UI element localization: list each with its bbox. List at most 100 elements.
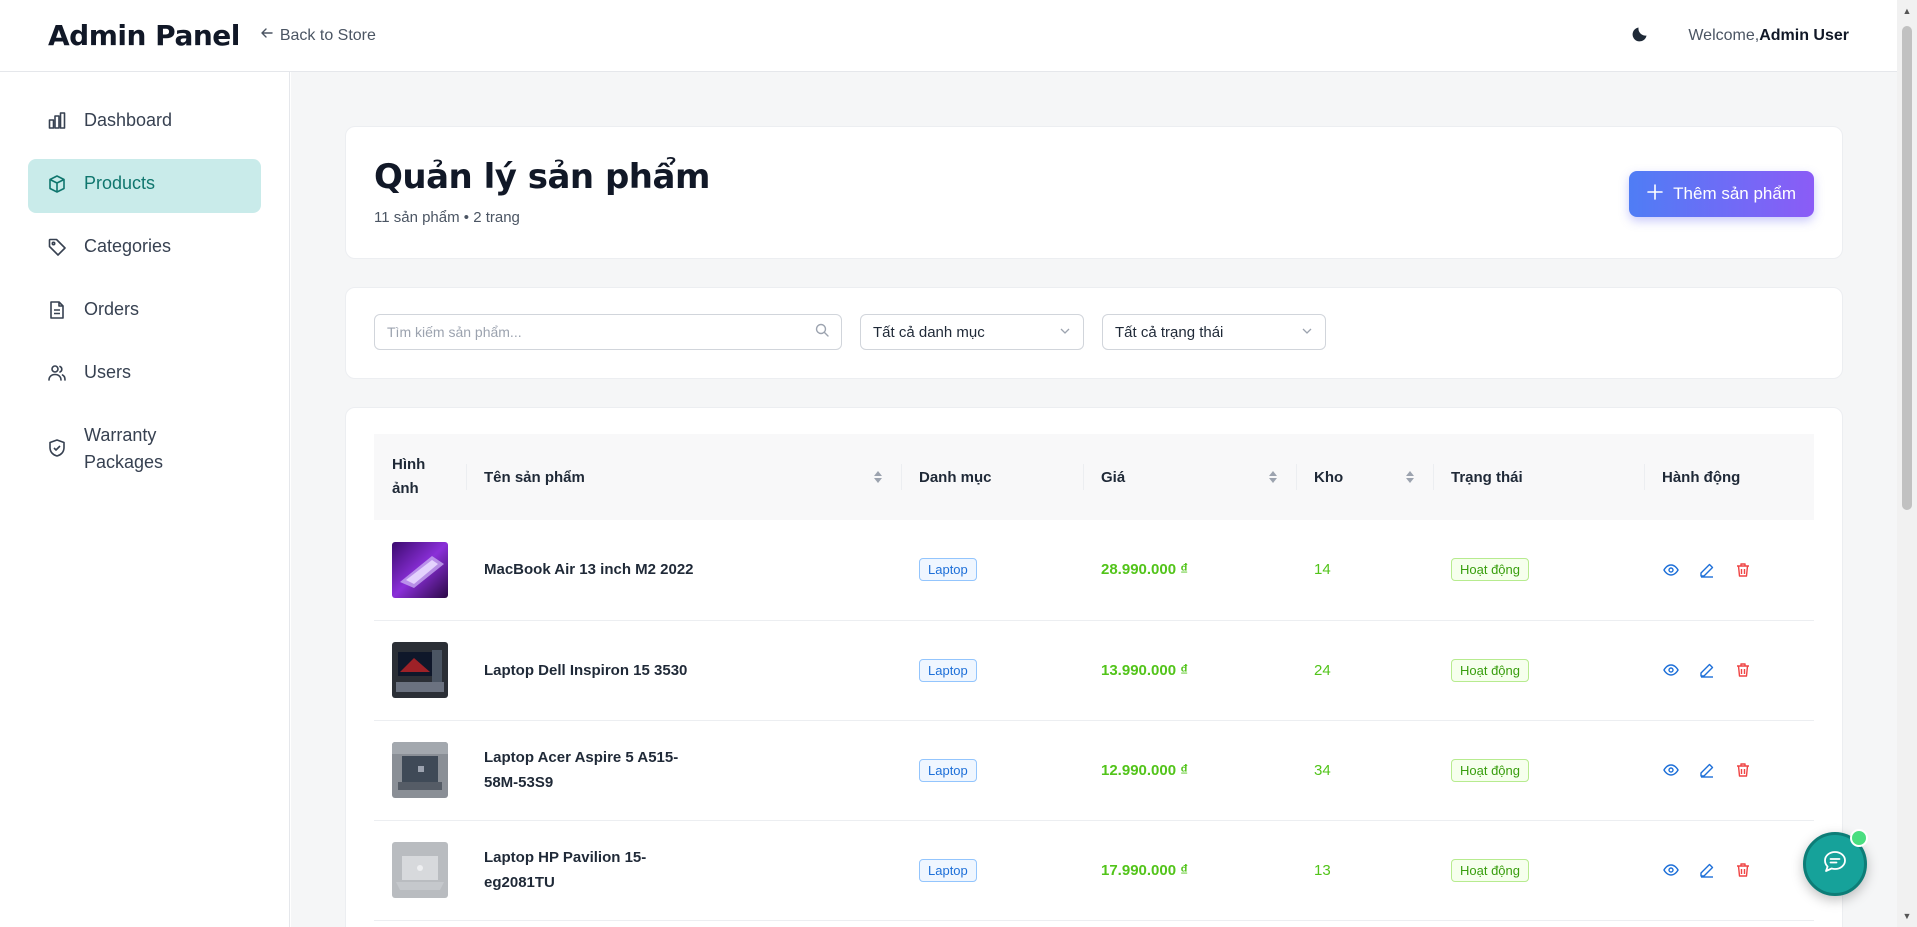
delete-icon[interactable] [1734,761,1752,779]
user-name: Admin User [1759,26,1849,44]
product-stock: 34 [1314,761,1331,779]
add-product-button[interactable]: Thêm sản phẩm [1629,171,1814,217]
product-thumbnail [392,742,448,798]
status-select-value: Tất cả trạng thái [1115,323,1224,341]
status-badge: Hoạt động [1451,558,1529,582]
sort-icon[interactable] [1405,469,1415,485]
product-price: 13.990.000 ₫ [1101,661,1188,679]
view-icon[interactable] [1662,761,1680,779]
online-indicator [1850,829,1868,847]
scrollbar-thumb[interactable] [1902,26,1912,510]
view-icon[interactable] [1662,861,1680,879]
edit-icon[interactable] [1698,661,1716,679]
top-header: Admin Panel Back to Store Welcome,Admin … [0,0,1897,72]
product-name: Laptop Acer Aspire 5 A515-58M-53S9 [484,749,679,791]
column-header-name[interactable]: Tên sản phẩm [466,434,901,520]
status-badge: Hoạt động [1451,658,1529,682]
column-header-status: Trạng thái [1433,434,1644,520]
welcome-text: Welcome,Admin User [1688,27,1849,45]
column-header-category: Danh mục [901,434,1083,520]
sidebar-item-label: Dashboard [84,110,173,130]
sidebar-item-categories[interactable]: Categories [28,222,261,276]
sidebar-item-warranty-packages[interactable]: Warranty Packages [28,411,261,491]
column-header-label: Hình ảnh [392,456,426,497]
view-icon[interactable] [1662,661,1680,679]
sidebar-item-orders[interactable]: Orders [28,285,261,339]
edit-icon[interactable] [1698,561,1716,579]
page-header-card: Quản lý sản phẩm 11 sản phẩm • 2 trang T… [345,126,1843,259]
arrow-left-icon [260,26,274,45]
product-name: Laptop Dell Inspiron 15 3530 [484,661,688,679]
category-select-value: Tất cả danh mục [873,323,985,341]
category-tag: Laptop [919,758,977,782]
page-title: Quản lý sản phẩm [374,157,710,197]
product-price: 28.990.000 ₫ [1101,561,1188,579]
category-tag: Laptop [919,658,977,682]
filter-card: Tất cả danh mục Tất cả trạng thái [345,287,1843,379]
chevron-down-icon [1059,324,1071,341]
sidebar-item-label: Users [84,362,132,382]
search-icon[interactable] [815,323,829,342]
scroll-down-arrow-icon[interactable]: ▼ [1902,911,1912,921]
table-row: Laptop Acer Aspire 5 A515-58M-53S9 Lapto… [374,720,1814,821]
column-header-label: Tên sản phẩm [484,468,585,486]
product-price: 17.990.000 ₫ [1101,861,1188,879]
brand-title: Admin Panel [48,19,240,52]
sidebar: Dashboard Products Categories Orders Use… [0,72,290,927]
sidebar-item-label: Orders [84,299,140,319]
welcome-prefix: Welcome, [1688,26,1760,44]
shield-check-icon [46,437,68,459]
delete-icon[interactable] [1734,561,1752,579]
view-icon[interactable] [1662,561,1680,579]
scroll-up-arrow-icon[interactable]: ▲ [1902,6,1912,16]
sort-icon[interactable] [1268,469,1278,485]
column-header-label: Danh mục [919,468,992,486]
search-input[interactable] [387,324,815,340]
file-icon [46,299,68,321]
edit-icon[interactable] [1698,761,1716,779]
category-tag: Laptop [919,558,977,582]
product-name: MacBook Air 13 inch M2 2022 [484,561,694,579]
plus-icon [1647,183,1663,205]
table-row: Laptop HP Pavilion 15-eg2081TU Laptop 17… [374,820,1814,921]
product-price: 12.990.000 ₫ [1101,761,1188,779]
search-box[interactable] [374,314,842,350]
sidebar-item-label: Categories [84,236,172,256]
product-stock: 24 [1314,661,1331,679]
product-name: Laptop HP Pavilion 15-eg2081TU [484,849,647,891]
column-header-label: Giá [1101,468,1126,486]
page-scrollbar[interactable]: ▲ ▼ [1897,0,1917,927]
column-header-label: Trạng thái [1451,468,1523,486]
status-select[interactable]: Tất cả trạng thái [1102,314,1326,350]
bar-chart-icon [46,110,68,132]
status-badge: Hoạt động [1451,758,1529,782]
delete-icon[interactable] [1734,661,1752,679]
category-tag: Laptop [919,858,977,882]
sidebar-item-users[interactable]: Users [28,348,261,402]
sidebar-item-products[interactable]: Products [28,159,261,213]
add-product-label: Thêm sản phẩm [1673,184,1796,203]
tag-icon [46,236,68,258]
product-stock: 13 [1314,861,1331,879]
table-header-row: Hình ảnh Tên sản phẩm Danh mục Giá Kho T… [374,434,1814,520]
sidebar-item-label: Warranty Packages [84,425,164,472]
sidebar-item-dashboard[interactable]: Dashboard [28,96,261,150]
sort-icon[interactable] [873,469,883,485]
product-thumbnail [392,541,448,598]
chat-icon [1822,849,1848,880]
category-select[interactable]: Tất cả danh mục [860,314,1084,350]
delete-icon[interactable] [1734,861,1752,879]
back-to-store-link[interactable]: Back to Store [260,26,376,45]
column-header-price[interactable]: Giá [1083,434,1296,520]
dark-mode-toggle[interactable] [1630,25,1652,47]
column-header-actions: Hành động [1644,434,1814,520]
page-subtitle: 11 sản phẩm • 2 trang [374,209,520,226]
edit-icon[interactable] [1698,861,1716,879]
table-row: Laptop Dell Inspiron 15 3530 Laptop 13.9… [374,620,1814,721]
main-content: Quản lý sản phẩm 11 sản phẩm • 2 trang T… [291,72,1897,927]
box-icon [46,173,68,195]
product-thumbnail [392,642,448,698]
column-header-image: Hình ảnh [374,434,466,520]
table-row: MacBook Air 13 inch M2 2022 Laptop 28.99… [374,520,1814,621]
column-header-stock[interactable]: Kho [1296,434,1433,520]
